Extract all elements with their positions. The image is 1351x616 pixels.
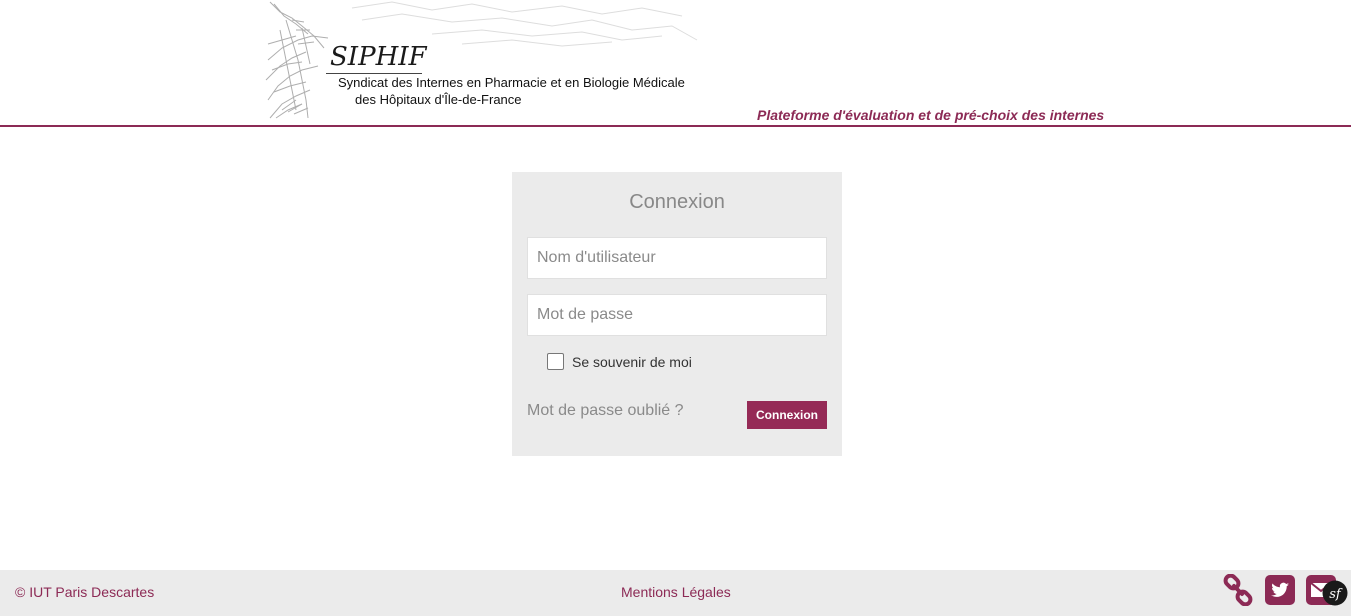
siphif-logo[interactable]: SIPHIF Syndicat des Internes en Pharmaci… <box>262 0 702 122</box>
password-input[interactable] <box>527 294 827 336</box>
login-title: Connexion <box>629 191 725 213</box>
remember-me-checkbox[interactable] <box>547 353 564 370</box>
login-panel: Connexion Se souvenir de moi Mot de pass… <box>512 172 842 456</box>
page-footer: © IUT Paris Descartes Mentions Légales s… <box>0 570 1351 616</box>
username-input[interactable] <box>527 237 827 279</box>
legal-notice-link[interactable]: Mentions Légales <box>621 584 731 600</box>
remember-me-label[interactable]: Se souvenir de moi <box>572 354 692 370</box>
platform-tagline: Plateforme d'évaluation et de pré-choix … <box>757 107 1105 123</box>
logo-title: SIPHIF <box>330 42 427 72</box>
copyright-text: © IUT Paris Descartes <box>15 584 155 600</box>
logo-underline <box>326 73 422 74</box>
logo-subtitle-line2: des Hôpitaux d'Île-de-France <box>355 92 522 107</box>
remember-me[interactable]: Se souvenir de moi <box>547 353 692 370</box>
link-icon[interactable] <box>1222 574 1254 606</box>
twitter-icon[interactable] <box>1264 574 1296 606</box>
page-header: SIPHIF Syndicat des Internes en Pharmaci… <box>0 0 1351 127</box>
forgot-password-link[interactable]: Mot de passe oublié ? <box>527 402 684 420</box>
logo-subtitle-line1: Syndicat des Internes en Pharmacie et en… <box>338 75 685 90</box>
login-submit-button[interactable]: Connexion <box>747 401 827 429</box>
symfony-icon[interactable]: sf <box>1322 580 1348 606</box>
